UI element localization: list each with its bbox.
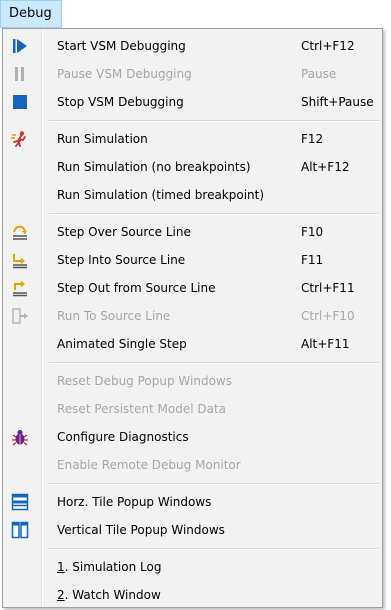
run-to-line-icon <box>12 308 28 324</box>
menu-item-horz-tile-popup-windows[interactable]: Horz. Tile Popup Windows <box>4 488 381 516</box>
menu-item-mnemonic: 1 <box>57 560 65 574</box>
vertical-tile-icon <box>11 521 29 539</box>
debug-menu-tab[interactable]: Debug <box>0 0 62 28</box>
menu-bar: Debug <box>0 0 391 28</box>
menu-item-label: Vertical Tile Popup Windows <box>57 523 225 537</box>
step-into-icon <box>13 254 27 269</box>
menu-item-vertical-tile-popup-windows[interactable]: Vertical Tile Popup Windows <box>4 516 381 544</box>
menu-separator <box>49 362 379 364</box>
menu-item-label: Reset Persistent Model Data <box>57 402 227 416</box>
menu-item-label: Stop VSM Debugging <box>57 95 184 109</box>
menu-item-shortcut: Ctrl+F11 <box>301 281 355 295</box>
stop-icon <box>13 95 27 109</box>
menu-separator <box>49 483 379 485</box>
menu-item-shortcut: Ctrl+F12 <box>301 39 355 53</box>
menu-item-label: Configure Diagnostics <box>57 430 189 444</box>
play-debug-icon <box>13 39 27 53</box>
menu-item-label: Step Into Source Line <box>57 253 186 267</box>
menu-item-label: Run To Source Line <box>57 309 171 323</box>
menu-item-label: 1. Simulation Log <box>57 553 161 581</box>
menu-item-label: 2. Watch Window <box>57 581 161 609</box>
menu-item-pause-vsm-debugging: Pause VSM Debugging Pause <box>4 60 381 88</box>
menu-item-label: Step Out from Source Line <box>57 281 216 295</box>
menu-item-run-to-source-line: Run To Source Line Ctrl+F10 <box>4 302 381 330</box>
menu-item-step-out-from-source-line[interactable]: Step Out from Source Line Ctrl+F11 <box>4 274 381 302</box>
menu-separator <box>49 548 379 550</box>
step-out-icon <box>13 281 27 297</box>
menu-item-shortcut: Pause <box>301 67 337 81</box>
menu-item-reset-debug-popup-windows: Reset Debug Popup Windows <box>4 367 381 395</box>
menu-item-step-into-source-line[interactable]: Step Into Source Line F11 <box>4 246 381 274</box>
menu-item-shortcut: Ctrl+F10 <box>301 309 355 323</box>
menu-item-simulation-log[interactable]: 1. Simulation Log <box>4 553 381 581</box>
menu-item-shortcut: F10 <box>301 225 324 239</box>
menu-item-label: Run Simulation (no breakpoints) <box>57 160 251 174</box>
menu-item-text: . Simulation Log <box>64 560 162 574</box>
menu-item-start-vsm-debugging[interactable]: Start VSM Debugging Ctrl+F12 <box>4 32 381 60</box>
menu-item-run-simulation-timed-breakpoint[interactable]: Run Simulation (timed breakpoint) <box>4 181 381 209</box>
menu-item-shortcut: Shift+Pause <box>301 95 374 109</box>
menu-item-enable-remote-debug-monitor: Enable Remote Debug Monitor <box>4 451 381 479</box>
menu-item-run-simulation[interactable]: Run Simulation F12 <box>4 125 381 153</box>
menu-separator <box>49 213 379 215</box>
menu-item-stop-vsm-debugging[interactable]: Stop VSM Debugging Shift+Pause <box>4 88 381 116</box>
menu-item-label: Horz. Tile Popup Windows <box>57 495 212 509</box>
pause-icon <box>15 67 24 81</box>
menu-item-label: Step Over Source Line <box>57 225 191 239</box>
menu-item-step-over-source-line[interactable]: Step Over Source Line F10 <box>4 218 381 246</box>
menu-item-animated-single-step[interactable]: Animated Single Step Alt+F11 <box>4 330 381 358</box>
horizontal-tile-icon <box>11 493 29 511</box>
menu-item-label: Animated Single Step <box>57 337 187 351</box>
menu-item-label: Start VSM Debugging <box>57 39 186 53</box>
menu-item-label: Run Simulation (timed breakpoint) <box>57 188 265 202</box>
menu-item-shortcut: Alt+F11 <box>301 337 350 351</box>
menu-item-shortcut: F12 <box>301 132 324 146</box>
menu-item-label: Run Simulation <box>57 132 148 146</box>
menu-item-mnemonic: 2 <box>57 588 65 602</box>
menu-item-label: Pause VSM Debugging <box>57 67 192 81</box>
bug-icon <box>12 430 28 446</box>
debug-menu: Start VSM Debugging Ctrl+F12 Pause VSM D… <box>2 28 383 608</box>
menu-item-shortcut: Alt+F12 <box>301 160 350 174</box>
menu-item-run-simulation-no-breakpoints[interactable]: Run Simulation (no breakpoints) Alt+F12 <box>4 153 381 181</box>
step-over-icon <box>13 225 27 240</box>
menu-separator <box>49 120 379 122</box>
menu-item-reset-persistent-model-data: Reset Persistent Model Data <box>4 395 381 423</box>
menu-item-shortcut: F11 <box>301 253 324 267</box>
run-simulation-icon <box>11 131 26 147</box>
menu-item-label: Enable Remote Debug Monitor <box>57 458 241 472</box>
menu-item-watch-window[interactable]: 2. Watch Window <box>4 581 381 609</box>
menu-item-text: . Watch Window <box>64 588 161 602</box>
menu-item-configure-diagnostics[interactable]: Configure Diagnostics <box>4 423 381 451</box>
menu-item-label: Reset Debug Popup Windows <box>57 374 232 388</box>
